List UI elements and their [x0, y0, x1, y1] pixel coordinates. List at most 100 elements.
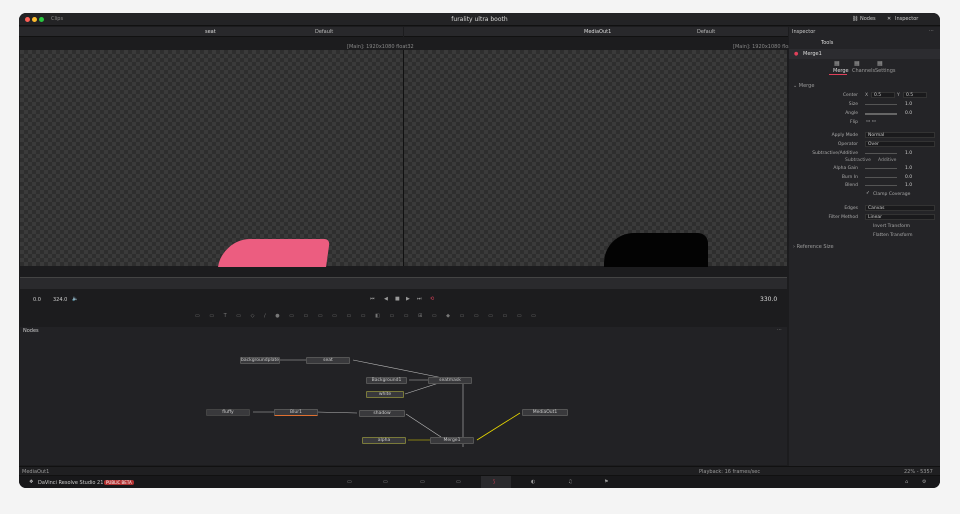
- node-fluffy[interactable]: fluffy: [206, 409, 250, 416]
- play-icon[interactable]: ▶: [406, 296, 410, 302]
- channels-tab-icon[interactable]: ▦: [854, 60, 860, 67]
- operator-row: Operator Over: [789, 141, 940, 149]
- filter-method-row: Filter Method Linear: [789, 214, 940, 222]
- center-y-label: Y: [897, 93, 900, 98]
- nodes-panel[interactable]: Nodes ⋯ backgroundplate seat Background1…: [20, 327, 787, 465]
- node-background1[interactable]: Background1: [366, 377, 407, 384]
- page-edit-icon[interactable]: ▭: [420, 479, 425, 485]
- timeline-start[interactable]: 0.0: [33, 297, 41, 303]
- subtractive-additive-value[interactable]: 1.0: [905, 151, 912, 156]
- settings-tab-icon[interactable]: ▦: [877, 60, 883, 67]
- node-color-icon: ●: [794, 51, 799, 57]
- go-to-start-icon[interactable]: ⏮: [370, 296, 375, 302]
- app-window: Clips furality ultra booth ⛓ Nodes ✕ Ins…: [19, 13, 940, 488]
- go-to-end-icon[interactable]: ⏭: [417, 296, 422, 302]
- inspector-toggle[interactable]: Inspector: [895, 16, 918, 22]
- settings-icon[interactable]: ⚙: [922, 479, 926, 485]
- additive-caption: Additive: [878, 158, 897, 163]
- tool-icons[interactable]: ▭ ▭ T ▭ ◇ ∕ ● ▭ ▭ ▭ ▭ ▭ ▭ ◧ ▭ ▭ ⊞ ▭ ◆ ▭ …: [195, 313, 540, 319]
- page-cut-icon[interactable]: ▭: [383, 479, 388, 485]
- nodes-toggle-icon[interactable]: ⛓: [852, 16, 858, 22]
- page-color-icon[interactable]: ◐: [531, 479, 535, 485]
- page-fairlight-icon[interactable]: ♫: [568, 479, 572, 485]
- clamp-checkbox[interactable]: ✓: [866, 191, 870, 196]
- timeline-ruler[interactable]: [20, 277, 787, 289]
- inspector-tab-tools[interactable]: Tools: [821, 40, 833, 46]
- viewer-right-toolbar: MediaOut1 Default: [404, 27, 788, 37]
- node-seatmask[interactable]: seatmask: [428, 377, 472, 384]
- subtractive-additive-slider[interactable]: [865, 153, 897, 154]
- filter-method-select[interactable]: Linear: [865, 214, 935, 220]
- viewer-divider: [403, 50, 404, 266]
- viewer-area[interactable]: [20, 50, 787, 267]
- transport-bar: 0.0 324.0 🔈 ⏮ ◀ ■ ▶ ⏭ ⟲ 330.0: [20, 294, 787, 306]
- seat-preview-shape: [218, 239, 330, 267]
- beta-badge: PUBLIC BETA: [104, 480, 134, 485]
- operator-label: Operator: [837, 142, 858, 147]
- center-x-field[interactable]: 0.5: [871, 92, 895, 98]
- angle-row: Angle 0.0: [789, 110, 940, 118]
- edges-label: Edges: [844, 206, 858, 211]
- page-fusion-timeline-icon[interactable]: ▭: [456, 479, 461, 485]
- blend-slider[interactable]: [865, 185, 897, 186]
- viewer-left-name: seat: [205, 29, 216, 35]
- invert-transform-row: Invert Transform: [789, 223, 940, 231]
- subtractive-additive-label: Subtractive/Additive: [812, 151, 858, 156]
- viewer-left-zoom[interactable]: Default: [315, 29, 333, 35]
- subtab-settings[interactable]: Settings: [875, 68, 896, 74]
- subtab-channels[interactable]: Channels: [852, 68, 875, 74]
- node-mediaout1[interactable]: MediaOut1: [522, 409, 568, 416]
- size-slider[interactable]: [865, 104, 897, 105]
- clamp-label: Clamp Coverage: [873, 192, 911, 197]
- alpha-gain-value[interactable]: 1.0: [905, 166, 912, 171]
- alpha-gain-label: Alpha Gain: [833, 166, 858, 171]
- alpha-gain-slider[interactable]: [865, 168, 897, 169]
- node-shadow[interactable]: shadow: [359, 410, 405, 417]
- inspector-title: Inspector: [792, 29, 816, 35]
- inspector-menu-icon[interactable]: ⋯: [929, 28, 934, 34]
- speaker-icon[interactable]: 🔈: [72, 296, 78, 302]
- page-media-icon[interactable]: ▭: [347, 479, 352, 485]
- nodes-toggle[interactable]: Nodes: [860, 16, 876, 22]
- page-fusion-active[interactable]: ⟆: [481, 476, 511, 488]
- edges-select[interactable]: Canvas: [865, 205, 935, 211]
- page-deliver-icon[interactable]: ⚑: [604, 479, 608, 485]
- invert-transform-checkbox[interactable]: Invert Transform: [873, 224, 910, 229]
- title-bar: Clips furality ultra booth ⛓ Nodes ✕ Ins…: [19, 13, 940, 26]
- section-reference-toggle[interactable]: › Reference Size: [793, 244, 834, 250]
- current-frame[interactable]: 330.0: [760, 296, 777, 303]
- center-y-field[interactable]: 0.5: [903, 92, 927, 98]
- apply-mode-label: Apply Mode: [831, 133, 858, 138]
- apply-mode-select[interactable]: Normal: [865, 132, 935, 138]
- stop-icon[interactable]: ■: [395, 296, 400, 302]
- play-reverse-icon[interactable]: ◀: [384, 296, 388, 302]
- node-white[interactable]: white: [366, 391, 404, 398]
- section-reference-label: Reference Size: [796, 244, 834, 250]
- size-row: Size 1.0: [789, 101, 940, 109]
- angle-slider[interactable]: [865, 113, 897, 115]
- resolve-logo-icon: ❖: [29, 479, 34, 485]
- flatten-transform-checkbox[interactable]: Flatten Transform: [873, 233, 913, 238]
- blend-value[interactable]: 1.0: [905, 183, 912, 188]
- loop-icon[interactable]: ⟲: [430, 296, 434, 302]
- center-row: Center X 0.5 Y 0.5: [789, 92, 940, 100]
- node-seat[interactable]: seat: [306, 357, 350, 364]
- operator-select[interactable]: Over: [865, 141, 935, 147]
- node-blur1[interactable]: Blur1: [274, 409, 318, 416]
- node-backgroundplate[interactable]: backgroundplate: [240, 357, 280, 364]
- node-merge1[interactable]: Merge1: [430, 437, 474, 444]
- timeline-end[interactable]: 324.0: [53, 297, 67, 303]
- node-alpha[interactable]: alpha: [362, 437, 406, 444]
- viewer-right-zoom[interactable]: Default: [697, 29, 715, 35]
- angle-value[interactable]: 0.0: [905, 111, 912, 116]
- home-icon[interactable]: ⌂: [905, 479, 908, 485]
- section-merge-toggle[interactable]: ⌄ Merge: [793, 83, 814, 89]
- burn-in-value[interactable]: 0.0: [905, 175, 912, 180]
- burn-in-slider[interactable]: [865, 177, 897, 178]
- inspector-toggle-icon[interactable]: ✕: [887, 16, 891, 22]
- merge-tab-icon[interactable]: ▦: [834, 60, 840, 67]
- angle-label: Angle: [845, 111, 858, 116]
- size-value[interactable]: 1.0: [905, 102, 912, 107]
- center-label: Center: [842, 93, 858, 98]
- flip-buttons[interactable]: ▭ ▭: [866, 119, 876, 124]
